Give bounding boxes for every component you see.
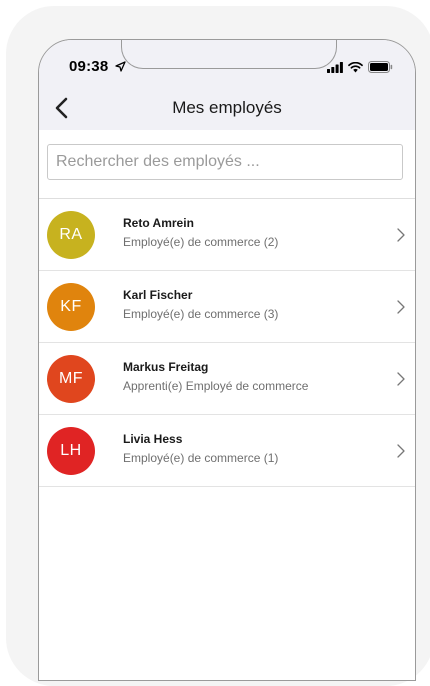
top-bar: 09:38 Mes employés [39,40,415,130]
employee-name: Livia Hess [123,432,183,446]
phone-screen: 09:38 Mes employés Rechercher des employ… [38,39,416,681]
employee-list: RA Reto Amrein Employé(e) de commerce (2… [39,198,415,487]
avatar: KF [47,283,95,331]
signal-icon [327,61,343,73]
list-item[interactable]: RA Reto Amrein Employé(e) de commerce (2… [39,199,415,271]
employee-role: Employé(e) de commerce (3) [123,307,279,321]
employee-name: Markus Freitag [123,360,209,374]
wifi-icon [348,61,363,72]
page-title: Mes employés [172,98,282,117]
location-arrow-icon [115,61,126,72]
employee-role: Employé(e) de commerce (1) [123,451,279,465]
chevron-right-icon [397,300,405,314]
status-time: 09:38 [69,58,126,75]
device-frame: 09:38 Mes employés Rechercher des employ… [6,6,430,686]
battery-icon [368,61,393,73]
avatar: MF [47,355,95,403]
search-bar [39,130,415,198]
employee-role: Employé(e) de commerce (2) [123,235,279,249]
avatar: RA [47,211,95,259]
employee-role: Apprenti(e) Employé de commerce [123,379,309,393]
status-icons [327,60,393,74]
chevron-right-icon [397,444,405,458]
status-time-text: 09:38 [69,58,109,75]
employee-name: Karl Fischer [123,288,193,302]
avatar: LH [47,427,95,475]
list-item[interactable]: KF Karl Fischer Employé(e) de commerce (… [39,271,415,343]
employee-name: Reto Amrein [123,216,194,230]
chevron-right-icon [397,228,405,242]
chevron-right-icon [397,372,405,386]
search-input[interactable] [47,144,403,180]
list-item[interactable]: LH Livia Hess Employé(e) de commerce (1) [39,415,415,487]
notch [121,40,337,69]
list-item[interactable]: MF Markus Freitag Apprenti(e) Employé de… [39,343,415,415]
